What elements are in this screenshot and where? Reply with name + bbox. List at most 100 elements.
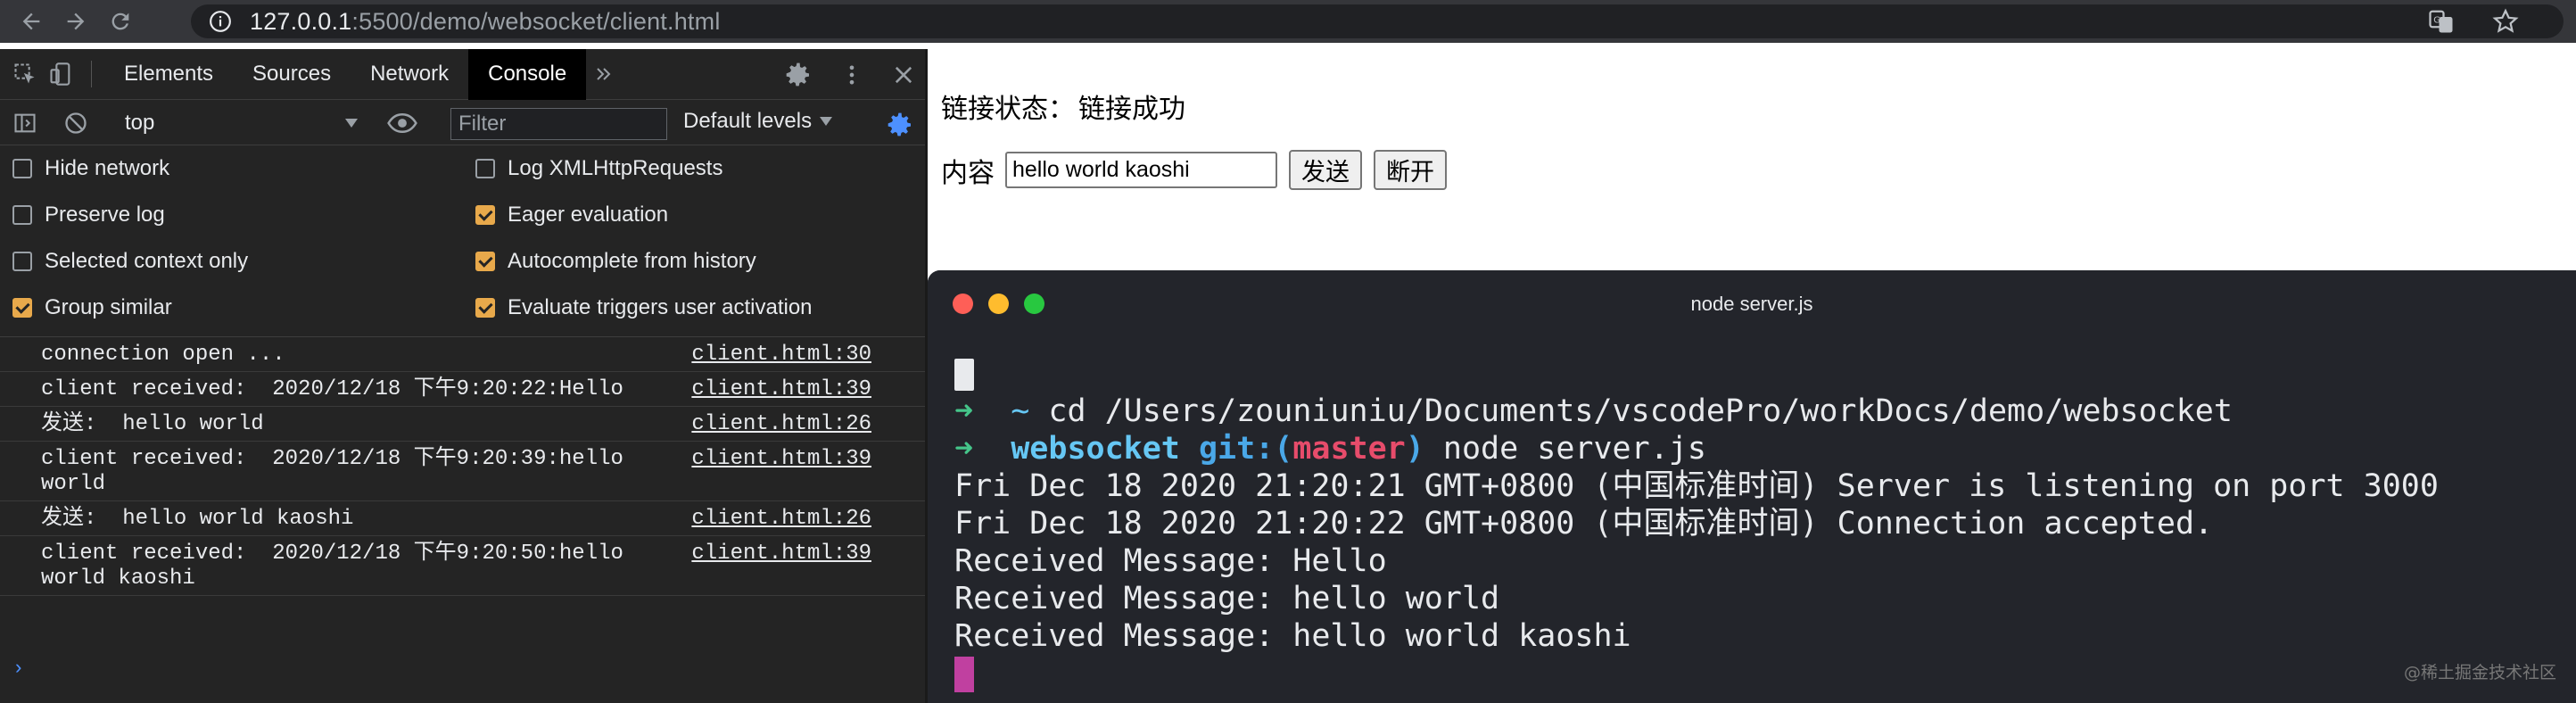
eye-icon[interactable] [387, 111, 417, 136]
checkbox[interactable] [12, 159, 32, 178]
translate-icon[interactable]: G [2428, 8, 2455, 35]
tab-sources[interactable]: Sources [233, 49, 351, 100]
log-message: client received: 2020/12/18 下午9:20:22:He… [41, 377, 623, 401]
cursor-select-icon [14, 63, 35, 84]
sidebar-icon [14, 113, 36, 132]
checkbox-checked[interactable] [475, 252, 495, 271]
checkbox[interactable] [475, 159, 495, 178]
device-toolbar-button[interactable] [43, 49, 78, 100]
git-branch: master [1292, 431, 1406, 467]
address-bar[interactable]: 127.0.0.1:5500/demo/websocket/client.htm… [191, 4, 2564, 38]
log-message: connection open ... [41, 343, 285, 367]
log-source-link[interactable]: client.html:30 [691, 343, 871, 368]
option-log-xmlhttprequests[interactable]: Log XMLHttpRequests [475, 145, 722, 192]
log-message: 发送: hello world [41, 412, 264, 436]
checkbox[interactable] [12, 252, 32, 271]
tab-elements[interactable]: Elements [104, 49, 233, 100]
clear-console-button[interactable] [58, 100, 94, 145]
more-tabs-button[interactable] [586, 49, 622, 100]
log-levels-select[interactable]: Default levels [683, 109, 833, 134]
inspect-element-button[interactable] [7, 49, 43, 100]
bookmark-star-icon[interactable] [2492, 8, 2519, 35]
filter-input[interactable]: Filter [450, 108, 667, 140]
back-button[interactable] [9, 0, 54, 43]
log-row: connection open ... client.html:30 [0, 337, 925, 372]
prompt-dir: websocket [1011, 431, 1180, 467]
terminal-badge-icon [954, 359, 974, 391]
message-input[interactable] [1005, 152, 1277, 188]
filter-placeholder: Filter [458, 112, 507, 136]
console-settings-icon[interactable] [886, 111, 914, 139]
git-label: git:( [1198, 431, 1293, 467]
site-info-icon[interactable] [209, 10, 232, 33]
screen: 127.0.0.1:5500/demo/websocket/client.htm… [0, 0, 2576, 703]
cd-command: cd /Users/zouniuniu/Documents/vscodePro/… [1048, 393, 2233, 429]
option-group-similar[interactable]: Group similar [12, 285, 172, 331]
option-selected-context-only[interactable]: Selected context only [12, 238, 248, 285]
status-value: 链接成功 [1078, 94, 1185, 125]
tab-network[interactable]: Network [351, 49, 468, 100]
reload-button[interactable] [98, 0, 143, 43]
log-source-link[interactable]: client.html:26 [691, 412, 871, 437]
block-icon [65, 112, 87, 134]
reload-icon [111, 12, 129, 30]
minimize-traffic-light[interactable] [988, 294, 1009, 314]
checkbox[interactable] [12, 205, 32, 225]
browser-toolbar: 127.0.0.1:5500/demo/websocket/client.htm… [0, 0, 2576, 43]
option-hide-network[interactable]: Hide network [12, 145, 169, 192]
kebab-menu-icon[interactable] [839, 62, 864, 87]
output-line: Fri Dec 18 2020 21:20:21 GMT+0800 (中国标准时… [954, 468, 2439, 504]
devtools-actions [784, 49, 916, 100]
context-select[interactable]: top [125, 109, 359, 137]
checkbox-checked[interactable] [12, 298, 32, 318]
log-source-link[interactable]: client.html:39 [691, 542, 871, 567]
checkbox-checked[interactable] [475, 205, 495, 225]
devtools-tabbar: Elements Sources Network Console [0, 48, 925, 100]
option-evaluate-triggers-user-activation[interactable]: Evaluate triggers user activation [475, 285, 813, 331]
watermark: @稀土掘金技术社区 [2403, 663, 2556, 682]
console-settings-options: Hide network Log XMLHttpRequests Preserv… [0, 145, 925, 337]
send-button[interactable]: 发送 [1289, 150, 1362, 190]
log-source-link[interactable]: client.html:26 [691, 507, 871, 532]
checkbox-checked[interactable] [475, 298, 495, 318]
option-autocomplete-from-history[interactable]: Autocomplete from history [475, 238, 756, 285]
forward-button[interactable] [54, 0, 98, 43]
terminal-badge-line [954, 355, 2439, 393]
log-row: 发送: hello world client.html:26 [0, 407, 925, 442]
option-label: Selected context only [45, 249, 249, 273]
maximize-traffic-light[interactable] [1024, 294, 1044, 314]
connection-status: 链接状态： 链接成功 [941, 87, 1185, 126]
url-host: 127.0.0.1 [250, 7, 352, 35]
log-message: client received: 2020/12/18 下午9:20:39:he… [41, 447, 637, 496]
message-form: 内容 发送 断开 [941, 150, 1458, 190]
disconnect-button[interactable]: 断开 [1374, 150, 1447, 190]
tab-console[interactable]: Console [468, 48, 587, 100]
terminal-output[interactable]: ➜ ~ cd /Users/zouniuniu/Documents/vscode… [954, 355, 2439, 692]
option-eager-evaluation[interactable]: Eager evaluation [475, 192, 668, 238]
settings-gear-icon[interactable] [784, 61, 813, 89]
terminal-title: node server.js [1690, 292, 1813, 315]
log-row: client received: 2020/12/18 下午9:20:39:he… [0, 442, 925, 501]
option-label: Preserve log [45, 203, 165, 227]
sidebar-toggle-button[interactable] [7, 100, 43, 145]
close-icon[interactable] [891, 62, 916, 87]
terminal-node-line: ➜ websocket git:(master) node server.js [954, 430, 2439, 467]
dropdown-triangle-icon [345, 119, 358, 128]
close-traffic-light[interactable] [953, 294, 973, 314]
option-preserve-log[interactable]: Preserve log [12, 192, 165, 238]
prompt-arrow-icon: ➜ [954, 431, 974, 467]
output-line: Received Message: hello world [954, 581, 1500, 616]
dropdown-triangle-icon [820, 117, 833, 126]
option-label: Eager evaluation [508, 203, 669, 227]
option-label: Log XMLHttpRequests [508, 156, 723, 180]
svg-text:G: G [2433, 15, 2440, 25]
cursor-line [954, 655, 2439, 692]
option-label: Autocomplete from history [508, 249, 756, 273]
terminal-cd-line: ➜ ~ cd /Users/zouniuniu/Documents/vscode… [954, 393, 2439, 430]
log-source-link[interactable]: client.html:39 [691, 377, 871, 402]
output-line: Received Message: Hello [954, 543, 1387, 579]
log-source-link[interactable]: client.html:39 [691, 447, 871, 472]
output-line: Fri Dec 18 2020 21:20:22 GMT+0800 (中国标准时… [954, 506, 2214, 542]
web-page: 链接状态：链接成功 内容 发送 断开 [928, 49, 2576, 270]
console-prompt[interactable]: › [12, 658, 24, 680]
